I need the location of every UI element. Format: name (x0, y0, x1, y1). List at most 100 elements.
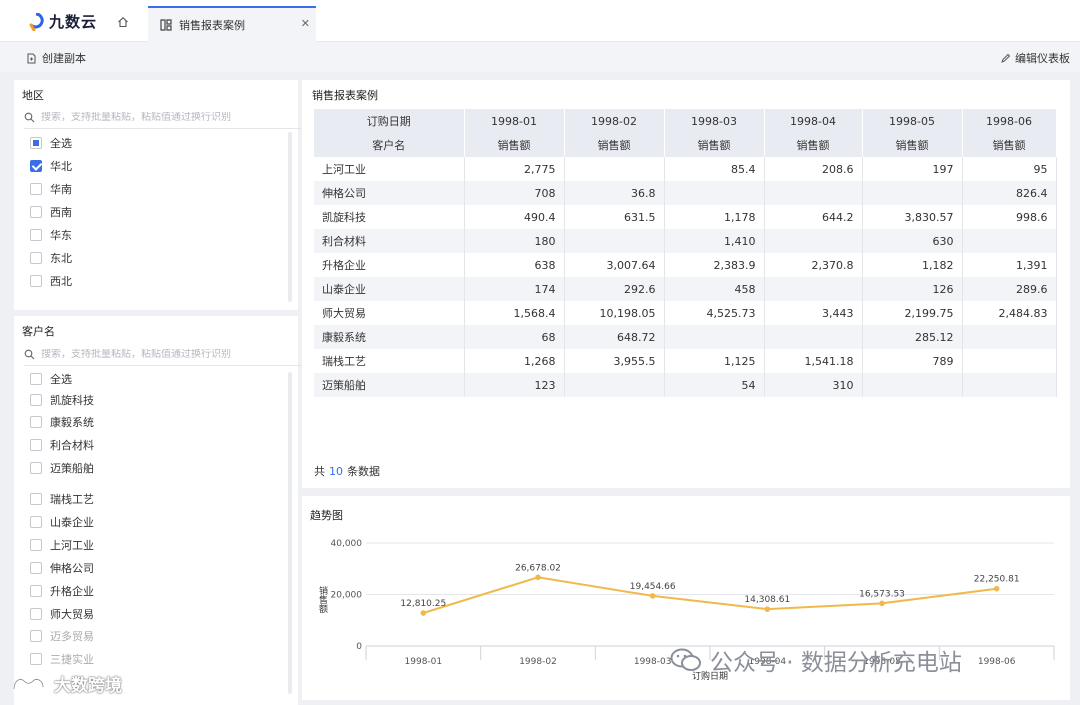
sales-value-cell: 126 (862, 277, 963, 301)
customer-option[interactable]: 伸格公司 (30, 559, 94, 577)
table-row[interactable]: 师大贸易 1,568.4 10,198.05 4,525.73 3,443 2,199.7… (314, 301, 1057, 325)
month-header[interactable]: 1998-01 (464, 109, 565, 133)
customer-option[interactable]: 瑞栈工艺 (30, 490, 94, 508)
region-option[interactable]: 东北 (30, 249, 72, 267)
row-count-suffix: 条数据 (347, 465, 380, 478)
customer-option-label: 山泰企业 (50, 516, 94, 529)
customer-option[interactable]: 迈策船舶 (30, 459, 94, 477)
customer-filter-panel: 客户名 全选凯旋科技康毅系统利合材料迈策船舶瑞栈工艺山泰企业上河工业伸格公司升格… (14, 316, 302, 705)
sales-value-cell (764, 229, 863, 253)
sales-value-cell: 10,198.05 (564, 301, 665, 325)
region-search-input[interactable] (41, 112, 291, 123)
customer-option-checkbox[interactable] (30, 439, 42, 451)
region-option[interactable]: 华南 (30, 180, 72, 198)
edit-dashboard-button[interactable]: 编辑仪表板 (1000, 50, 1070, 66)
sales-value-cell: 285.12 (862, 325, 963, 349)
home-icon (118, 17, 128, 28)
region-option[interactable]: 华北 (30, 157, 72, 175)
customer-option[interactable]: 升格企业 (30, 582, 94, 600)
customer-option-label: 伸格公司 (50, 562, 94, 575)
table-row[interactable]: 升格企业 638 3,007.64 2,383.9 2,370.8 1,182 1,391 (314, 253, 1057, 277)
month-header[interactable]: 1998-03 (664, 109, 765, 133)
customer-option-checkbox[interactable] (30, 562, 42, 574)
customer-name-cell: 师大贸易 (314, 301, 465, 325)
region-option[interactable]: 西南 (30, 203, 72, 221)
customer-scrollbar[interactable] (288, 372, 292, 694)
table-row[interactable]: 利合材料 180 1,410 630 (314, 229, 1057, 253)
customer-option-checkbox[interactable] (30, 539, 42, 551)
customer-option[interactable]: 全选 (30, 370, 72, 388)
customer-option-checkbox[interactable] (30, 585, 42, 597)
order-date-header: 订购日期 (314, 109, 465, 133)
region-option[interactable]: 西北 (30, 272, 72, 290)
customer-option-checkbox[interactable] (30, 462, 42, 474)
customer-option[interactable]: 利合材料 (30, 436, 94, 454)
sales-value-cell: 648.72 (564, 325, 665, 349)
region-option[interactable]: 全选 (30, 134, 72, 152)
customer-option-checkbox[interactable] (30, 373, 42, 385)
customer-option-checkbox[interactable] (30, 608, 42, 620)
region-option-checkbox[interactable] (30, 252, 42, 264)
region-option-checkbox[interactable] (30, 160, 42, 172)
region-option-checkbox[interactable] (30, 206, 42, 218)
customer-option-checkbox[interactable] (30, 630, 42, 642)
customer-name-cell: 山泰企业 (314, 277, 465, 301)
tab-sales-report[interactable]: 销售报表案例 ✕ (148, 6, 316, 42)
customer-option[interactable]: 三捷实业 (30, 650, 94, 668)
app-logo[interactable]: 九数云 (28, 11, 97, 32)
sales-value-cell (862, 181, 963, 205)
month-header[interactable]: 1998-05 (862, 109, 963, 133)
table-row[interactable]: 迈策船舶 123 54 310 (314, 373, 1057, 397)
brand-watermark-text: 大数跨境 (54, 676, 122, 696)
table-row[interactable]: 山泰企业 174 292.6 458 126 289.6 (314, 277, 1057, 301)
table-row[interactable]: 凯旋科技 490.4 631.5 1,178 644.2 3,830.57 998.6 (314, 205, 1057, 229)
table-header-row: 订购日期 1998-01 1998-02 1998-03 1998-04 199… (314, 109, 1057, 133)
region-option-checkbox[interactable] (30, 275, 42, 287)
month-header[interactable]: 1998-02 (564, 109, 665, 133)
customer-option-checkbox[interactable] (30, 516, 42, 528)
customer-option-checkbox[interactable] (30, 394, 42, 406)
sales-value-cell: 36.8 (564, 181, 665, 205)
region-scrollbar[interactable] (288, 132, 292, 302)
customer-name-cell: 伸格公司 (314, 181, 465, 205)
measure-header: 销售额 (664, 133, 765, 157)
table-row[interactable]: 康毅系统 68 648.72 285.12 (314, 325, 1057, 349)
customer-option[interactable]: 凯旋科技 (30, 391, 94, 409)
table-row[interactable]: 瑞栈工艺 1,268 3,955.5 1,125 1,541.18 789 (314, 349, 1057, 373)
measure-header: 销售额 (962, 133, 1057, 157)
customer-option-checkbox[interactable] (30, 493, 42, 505)
region-option-checkbox[interactable] (30, 137, 42, 149)
region-option-label: 全选 (50, 137, 72, 150)
sales-value-cell: 2,370.8 (764, 253, 863, 277)
close-icon[interactable]: ✕ (301, 17, 310, 30)
region-option-checkbox[interactable] (30, 183, 42, 195)
customer-option-label: 全选 (50, 373, 72, 386)
customer-option[interactable]: 上河工业 (30, 536, 94, 554)
customer-option[interactable]: 康毅系统 (30, 413, 94, 431)
sales-value-cell: 644.2 (764, 205, 863, 229)
month-header[interactable]: 1998-06 (962, 109, 1057, 133)
sales-value-cell: 1,182 (862, 253, 963, 277)
customer-search-input[interactable] (41, 349, 291, 360)
customer-option-label: 凯旋科技 (50, 394, 94, 407)
series-line (423, 576, 997, 614)
table-row[interactable]: 上河工业 2,775 85.4 208.6 197 95 (314, 157, 1057, 181)
region-option[interactable]: 华东 (30, 226, 72, 244)
month-header[interactable]: 1998-04 (764, 109, 863, 133)
home-tab[interactable] (112, 13, 134, 31)
sales-value-cell: 1,541.18 (764, 349, 863, 373)
table-row[interactable]: 伸格公司 708 36.8 826.4 (314, 181, 1057, 205)
data-label: 19,454.66 (630, 582, 676, 592)
customer-option-checkbox[interactable] (30, 416, 42, 428)
sales-value-cell: 630 (862, 229, 963, 253)
sales-value-cell: 1,391 (962, 253, 1057, 277)
y-tick-label: 40,000 (331, 539, 363, 549)
region-option-checkbox[interactable] (30, 229, 42, 241)
row-count-prefix: 共 (314, 465, 325, 478)
create-copy-button[interactable]: 创建副本 (26, 50, 86, 66)
customer-option[interactable]: 迈多贸易 (30, 627, 94, 645)
customer-option-checkbox[interactable] (30, 653, 42, 665)
customer-option-label: 三捷实业 (50, 653, 94, 666)
customer-option[interactable]: 师大贸易 (30, 605, 94, 623)
customer-option[interactable]: 山泰企业 (30, 513, 94, 531)
